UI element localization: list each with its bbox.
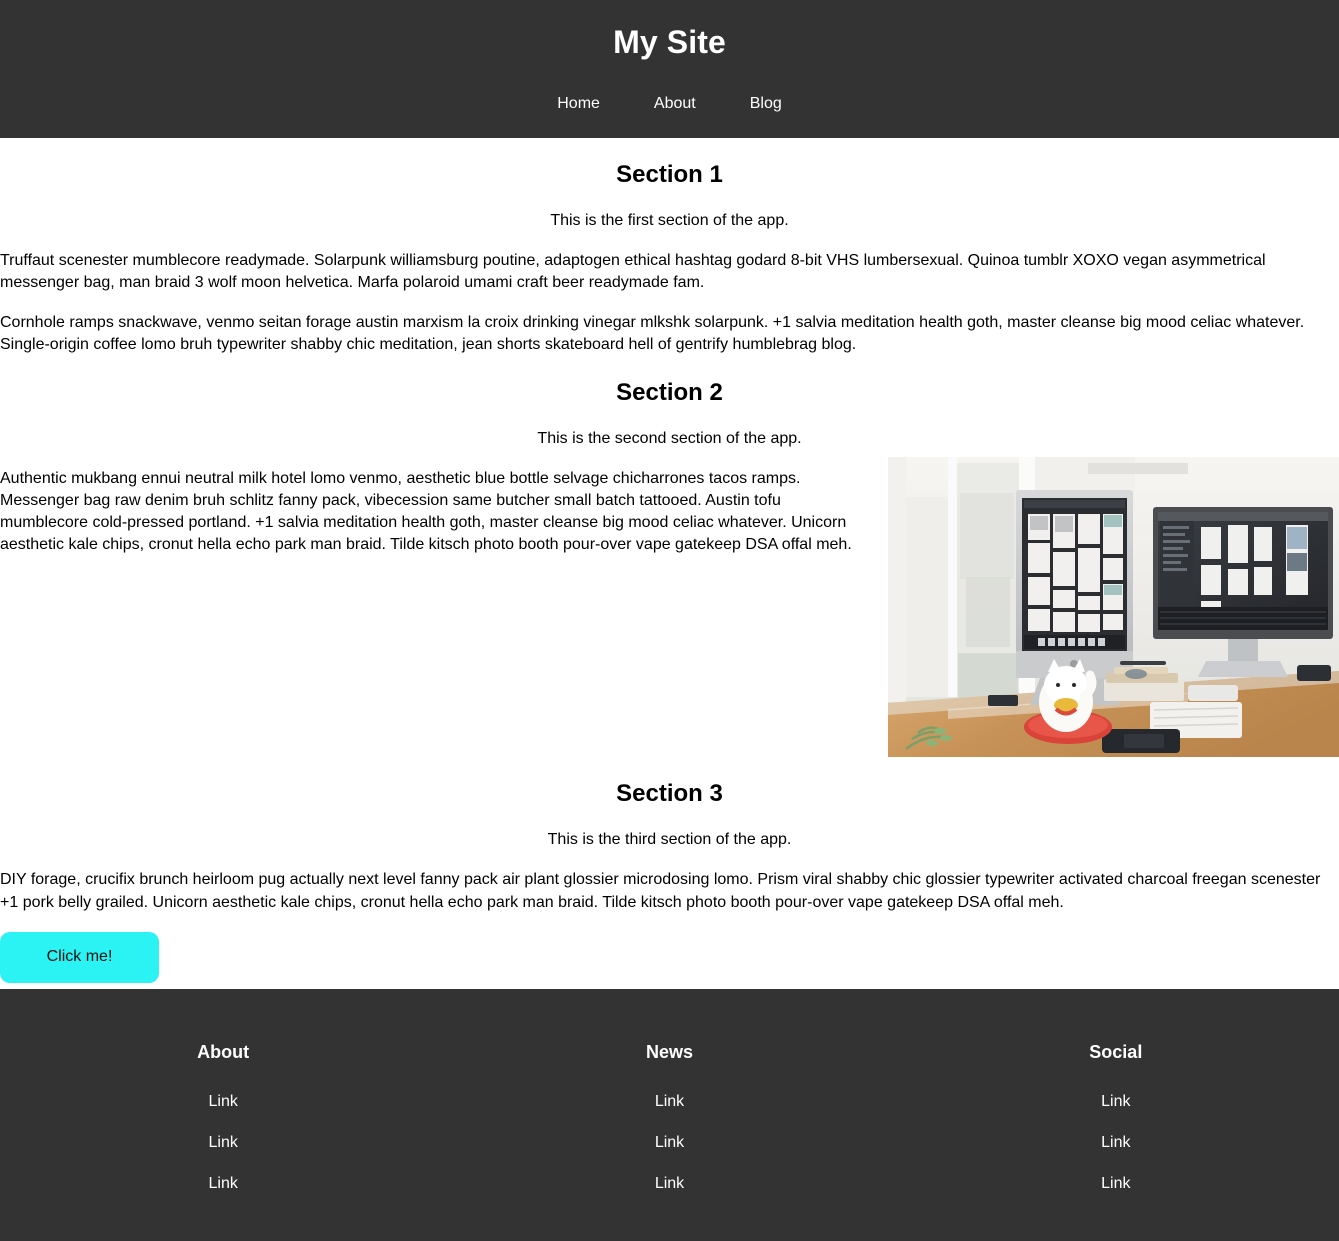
list-item: Link [0,1172,446,1195]
footer-link-about-1[interactable]: Link [208,1093,237,1110]
main-nav: Home About Blog [0,96,1339,112]
footer-column-social-title: Social [1089,1041,1143,1062]
site-header: My Site Home About Blog [0,0,1339,138]
section-1: Section 1 This is the first section of t… [0,138,1339,356]
section-3-paragraph-1: DIY forage, crucifix brunch heirloom pug… [0,871,1321,911]
section-2: Section 2 This is the second section of … [0,356,1339,758]
list-item: Link [446,1090,892,1113]
footer-column-about-links: Link Link Link [0,1090,446,1196]
site-title: My Site [613,24,726,60]
click-me-button[interactable]: Click me! [0,931,159,983]
footer-columns: About Link Link Link News Link Link Link… [0,1041,1339,1196]
footer-column-social-links: Link Link Link [893,1090,1339,1196]
list-item: Link [0,1090,446,1113]
footer-link-social-1[interactable]: Link [1101,1093,1130,1110]
section-3-heading: Section 3 [616,780,723,808]
list-item: Link [446,1131,892,1154]
list-item: Link [893,1172,1339,1195]
section-1-paragraph-2: Cornhole ramps snackwave, venmo seitan f… [0,313,1305,353]
section-2-subtitle: This is the second section of the app. [537,429,802,447]
section-1-paragraph-1: Truffaut scenester mumblecore readymade.… [0,252,1266,292]
site-footer: About Link Link Link News Link Link Link… [0,988,1339,1241]
footer-column-news-links: Link Link Link [446,1090,892,1196]
footer-column-about: About Link Link Link [0,1041,446,1196]
section-1-heading: Section 1 [616,161,723,188]
section-1-subtitle: This is the first section of the app. [550,212,789,230]
section-2-heading: Section 2 [616,378,723,406]
section-3-subtitle: This is the third section of the app. [547,831,792,849]
footer-column-about-title: About [197,1041,250,1062]
list-item: Link [893,1090,1339,1113]
footer-link-news-2[interactable]: Link [655,1134,684,1151]
footer-column-social: Social Link Link Link [893,1041,1339,1196]
desk-workspace-photo-graphic [888,457,1339,758]
footer-column-news-title: News [645,1041,693,1062]
footer-column-news: News Link Link Link [446,1041,892,1196]
nav-link-about[interactable]: About [654,96,696,112]
list-item: Link [893,1131,1339,1154]
footer-link-social-2[interactable]: Link [1101,1134,1130,1151]
list-item: Link [446,1172,892,1195]
cta-row: Click me! [0,931,1339,983]
footer-link-about-2[interactable]: Link [208,1134,237,1151]
nav-link-blog[interactable]: Blog [750,96,782,112]
list-item: Link [0,1131,446,1154]
section-3: Section 3 This is the third section of t… [0,757,1339,983]
main-content: Section 1 This is the first section of t… [0,138,1339,983]
footer-link-news-1[interactable]: Link [655,1093,684,1110]
desk-workspace-photo [888,457,1339,758]
nav-link-home[interactable]: Home [557,96,600,112]
